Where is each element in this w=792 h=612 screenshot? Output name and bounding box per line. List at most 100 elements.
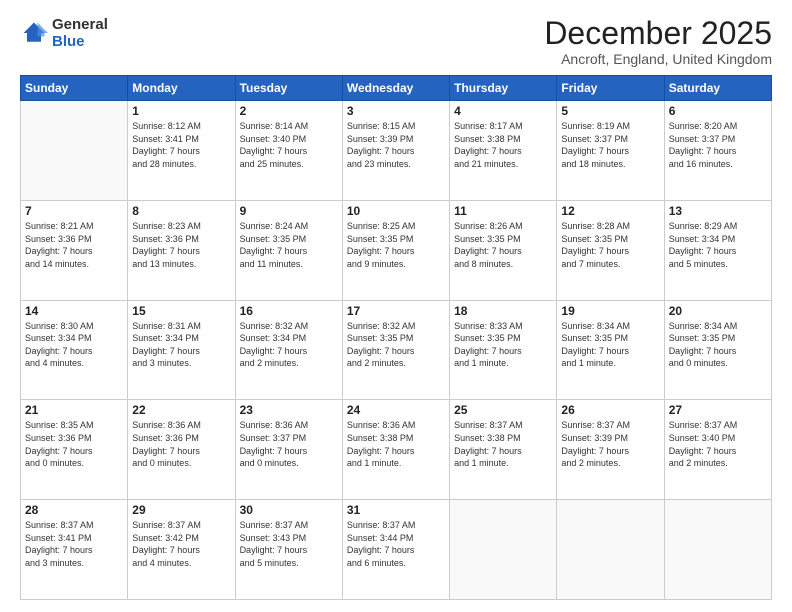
calendar-cell: 15Sunrise: 8:31 AMSunset: 3:34 PMDayligh… (128, 300, 235, 400)
cell-text: Daylight: 7 hours (132, 245, 230, 258)
calendar-cell: 8Sunrise: 8:23 AMSunset: 3:36 PMDaylight… (128, 200, 235, 300)
logo: General Blue (20, 16, 108, 50)
cell-text: Sunrise: 8:17 AM (454, 120, 552, 133)
cell-text: Daylight: 7 hours (454, 145, 552, 158)
calendar-cell: 21Sunrise: 8:35 AMSunset: 3:36 PMDayligh… (21, 400, 128, 500)
calendar-cell (557, 500, 664, 600)
cell-text: Sunset: 3:40 PM (669, 432, 767, 445)
cell-text: Sunset: 3:34 PM (669, 233, 767, 246)
cell-text: Sunrise: 8:21 AM (25, 220, 123, 233)
cell-text: Sunset: 3:35 PM (454, 233, 552, 246)
cell-text: Sunset: 3:34 PM (25, 332, 123, 345)
cell-text: Daylight: 7 hours (132, 345, 230, 358)
day-number: 27 (669, 403, 767, 417)
day-number: 24 (347, 403, 445, 417)
cell-text: and 0 minutes. (25, 457, 123, 470)
cell-text: and 25 minutes. (240, 158, 338, 171)
day-number: 11 (454, 204, 552, 218)
cell-text: Daylight: 7 hours (25, 345, 123, 358)
cell-text: Daylight: 7 hours (240, 544, 338, 557)
cell-text: Daylight: 7 hours (25, 245, 123, 258)
cell-text: Sunrise: 8:36 AM (240, 419, 338, 432)
cell-text: Sunset: 3:38 PM (454, 133, 552, 146)
calendar-cell: 5Sunrise: 8:19 AMSunset: 3:37 PMDaylight… (557, 101, 664, 201)
day-number: 10 (347, 204, 445, 218)
cell-text: Sunrise: 8:34 AM (561, 320, 659, 333)
day-number: 31 (347, 503, 445, 517)
calendar-cell: 19Sunrise: 8:34 AMSunset: 3:35 PMDayligh… (557, 300, 664, 400)
day-number: 29 (132, 503, 230, 517)
cell-text: Sunset: 3:35 PM (240, 233, 338, 246)
calendar-week-1: 7Sunrise: 8:21 AMSunset: 3:36 PMDaylight… (21, 200, 772, 300)
cell-text: Daylight: 7 hours (669, 345, 767, 358)
cell-text: Sunset: 3:34 PM (240, 332, 338, 345)
cell-text: Daylight: 7 hours (561, 445, 659, 458)
cell-text: Sunset: 3:44 PM (347, 532, 445, 545)
day-number: 13 (669, 204, 767, 218)
calendar-cell: 9Sunrise: 8:24 AMSunset: 3:35 PMDaylight… (235, 200, 342, 300)
cell-text: Daylight: 7 hours (454, 445, 552, 458)
cell-text: and 5 minutes. (669, 258, 767, 271)
cell-text: Sunrise: 8:28 AM (561, 220, 659, 233)
calendar-week-3: 21Sunrise: 8:35 AMSunset: 3:36 PMDayligh… (21, 400, 772, 500)
cell-text: Sunset: 3:35 PM (454, 332, 552, 345)
day-number: 20 (669, 304, 767, 318)
cell-text: Daylight: 7 hours (347, 245, 445, 258)
cell-text: Sunrise: 8:29 AM (669, 220, 767, 233)
day-number: 3 (347, 104, 445, 118)
cell-text: and 2 minutes. (240, 357, 338, 370)
day-number: 2 (240, 104, 338, 118)
calendar-cell: 2Sunrise: 8:14 AMSunset: 3:40 PMDaylight… (235, 101, 342, 201)
cell-text: Daylight: 7 hours (347, 445, 445, 458)
calendar-body: 1Sunrise: 8:12 AMSunset: 3:41 PMDaylight… (21, 101, 772, 600)
cell-text: Sunset: 3:36 PM (25, 233, 123, 246)
cell-text: Sunset: 3:37 PM (561, 133, 659, 146)
day-number: 19 (561, 304, 659, 318)
cell-text: and 21 minutes. (454, 158, 552, 171)
cell-text: and 2 minutes. (669, 457, 767, 470)
day-number: 26 (561, 403, 659, 417)
cell-text: Sunrise: 8:37 AM (132, 519, 230, 532)
cell-text: Daylight: 7 hours (454, 345, 552, 358)
cell-text: Sunset: 3:43 PM (240, 532, 338, 545)
cell-text: and 1 minute. (454, 457, 552, 470)
cell-text: Sunset: 3:35 PM (561, 332, 659, 345)
cell-text: and 6 minutes. (347, 557, 445, 570)
cell-text: Daylight: 7 hours (669, 145, 767, 158)
cell-text: and 23 minutes. (347, 158, 445, 171)
calendar-cell: 11Sunrise: 8:26 AMSunset: 3:35 PMDayligh… (450, 200, 557, 300)
calendar-cell: 1Sunrise: 8:12 AMSunset: 3:41 PMDaylight… (128, 101, 235, 201)
calendar-cell: 4Sunrise: 8:17 AMSunset: 3:38 PMDaylight… (450, 101, 557, 201)
day-number: 7 (25, 204, 123, 218)
calendar-cell: 24Sunrise: 8:36 AMSunset: 3:38 PMDayligh… (342, 400, 449, 500)
cell-text: Sunrise: 8:26 AM (454, 220, 552, 233)
day-number: 30 (240, 503, 338, 517)
cell-text: Daylight: 7 hours (240, 145, 338, 158)
day-number: 25 (454, 403, 552, 417)
cell-text: Sunset: 3:38 PM (347, 432, 445, 445)
cell-text: and 14 minutes. (25, 258, 123, 271)
calendar-cell: 18Sunrise: 8:33 AMSunset: 3:35 PMDayligh… (450, 300, 557, 400)
cell-text: Sunrise: 8:20 AM (669, 120, 767, 133)
calendar-cell: 6Sunrise: 8:20 AMSunset: 3:37 PMDaylight… (664, 101, 771, 201)
day-number: 22 (132, 403, 230, 417)
day-number: 12 (561, 204, 659, 218)
cell-text: Daylight: 7 hours (132, 544, 230, 557)
cell-text: Daylight: 7 hours (240, 445, 338, 458)
calendar-cell (450, 500, 557, 600)
cell-text: Sunset: 3:35 PM (669, 332, 767, 345)
cell-text: Sunrise: 8:34 AM (669, 320, 767, 333)
cell-text: and 0 minutes. (669, 357, 767, 370)
calendar-cell: 26Sunrise: 8:37 AMSunset: 3:39 PMDayligh… (557, 400, 664, 500)
day-number: 9 (240, 204, 338, 218)
col-monday: Monday (128, 76, 235, 101)
col-saturday: Saturday (664, 76, 771, 101)
cell-text: Sunset: 3:40 PM (240, 133, 338, 146)
main-title: December 2025 (544, 16, 772, 51)
cell-text: Sunset: 3:36 PM (132, 233, 230, 246)
cell-text: Sunrise: 8:23 AM (132, 220, 230, 233)
col-tuesday: Tuesday (235, 76, 342, 101)
calendar-cell: 7 Sunrise: 8:21 AMSunset: 3:36 PMDaylight… (21, 200, 128, 300)
cell-text: and 1 minute. (347, 457, 445, 470)
calendar-cell: 22Sunrise: 8:36 AMSunset: 3:36 PMDayligh… (128, 400, 235, 500)
